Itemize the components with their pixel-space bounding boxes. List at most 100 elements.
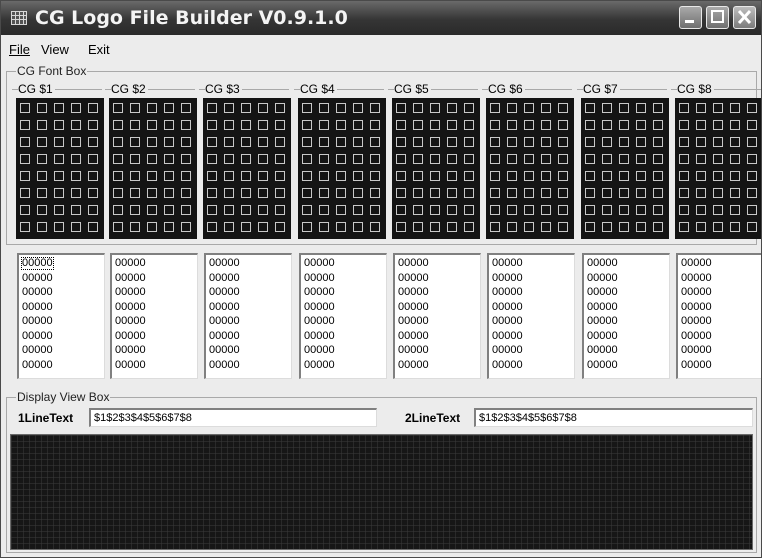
dot-cell[interactable] bbox=[54, 222, 64, 232]
dot-cell[interactable] bbox=[696, 103, 706, 113]
dot-cell[interactable] bbox=[636, 154, 646, 164]
dot-cell[interactable] bbox=[258, 103, 268, 113]
dot-cell[interactable] bbox=[147, 188, 157, 198]
dot-cell[interactable] bbox=[696, 120, 706, 130]
dot-cell[interactable] bbox=[713, 222, 723, 232]
dot-cell[interactable] bbox=[464, 137, 474, 147]
dot-cell[interactable] bbox=[302, 188, 312, 198]
dot-cell[interactable] bbox=[37, 103, 47, 113]
dot-cell[interactable] bbox=[430, 188, 440, 198]
dot-cell[interactable] bbox=[396, 103, 406, 113]
dot-cell[interactable] bbox=[71, 222, 81, 232]
dot-cell[interactable] bbox=[636, 103, 646, 113]
dot-cell[interactable] bbox=[130, 188, 140, 198]
dot-cell[interactable] bbox=[353, 222, 363, 232]
minimize-button[interactable] bbox=[679, 6, 702, 29]
dot-cell[interactable] bbox=[430, 154, 440, 164]
cg-hex-textbox-8[interactable]: 00000 00000 00000 00000 00000 00000 00000 00000 bbox=[676, 253, 761, 379]
dot-cell[interactable] bbox=[181, 222, 191, 232]
dot-cell[interactable] bbox=[447, 103, 457, 113]
dot-cell[interactable] bbox=[430, 103, 440, 113]
dot-cell[interactable] bbox=[464, 205, 474, 215]
dot-cell[interactable] bbox=[224, 188, 234, 198]
dot-cell[interactable] bbox=[319, 171, 329, 181]
line2-text-input[interactable]: $1$2$3$4$5$6$7$8 bbox=[474, 408, 753, 427]
dot-cell[interactable] bbox=[619, 171, 629, 181]
dot-cell[interactable] bbox=[147, 222, 157, 232]
dot-cell[interactable] bbox=[585, 154, 595, 164]
cg-hex-textbox-6[interactable]: 00000 00000 00000 00000 00000 00000 00000 00000 bbox=[487, 253, 575, 379]
dot-cell[interactable] bbox=[164, 188, 174, 198]
dot-cell[interactable] bbox=[430, 137, 440, 147]
dot-cell[interactable] bbox=[413, 120, 423, 130]
dot-cell[interactable] bbox=[541, 205, 551, 215]
cg-hex-textbox-4[interactable]: 00000 00000 00000 00000 00000 00000 00000 00000 bbox=[299, 253, 387, 379]
dot-cell[interactable] bbox=[585, 222, 595, 232]
dot-cell[interactable] bbox=[113, 222, 123, 232]
dot-cell[interactable] bbox=[258, 154, 268, 164]
dot-cell[interactable] bbox=[747, 188, 757, 198]
dot-cell[interactable] bbox=[696, 137, 706, 147]
dot-cell[interactable] bbox=[353, 171, 363, 181]
dot-cell[interactable] bbox=[507, 154, 517, 164]
dot-cell[interactable] bbox=[164, 137, 174, 147]
dot-cell[interactable] bbox=[241, 137, 251, 147]
dot-cell[interactable] bbox=[602, 154, 612, 164]
dot-cell[interactable] bbox=[730, 222, 740, 232]
dot-cell[interactable] bbox=[54, 120, 64, 130]
dot-cell[interactable] bbox=[558, 222, 568, 232]
dot-cell[interactable] bbox=[370, 188, 380, 198]
menu-file[interactable]: File bbox=[9, 42, 30, 57]
dot-cell[interactable] bbox=[558, 137, 568, 147]
dot-cell[interactable] bbox=[302, 120, 312, 130]
dot-cell[interactable] bbox=[396, 120, 406, 130]
dot-cell[interactable] bbox=[747, 154, 757, 164]
dot-cell[interactable] bbox=[541, 171, 551, 181]
dot-cell[interactable] bbox=[336, 137, 346, 147]
dot-cell[interactable] bbox=[224, 205, 234, 215]
dot-cell[interactable] bbox=[396, 188, 406, 198]
dot-cell[interactable] bbox=[88, 154, 98, 164]
dot-cell[interactable] bbox=[541, 222, 551, 232]
dot-cell[interactable] bbox=[653, 154, 663, 164]
dot-cell[interactable] bbox=[413, 137, 423, 147]
dot-cell[interactable] bbox=[37, 205, 47, 215]
dot-cell[interactable] bbox=[447, 222, 457, 232]
dot-cell[interactable] bbox=[20, 171, 30, 181]
dot-cell[interactable] bbox=[113, 205, 123, 215]
dot-cell[interactable] bbox=[164, 103, 174, 113]
dot-cell[interactable] bbox=[147, 171, 157, 181]
dot-cell[interactable] bbox=[679, 120, 689, 130]
dot-cell[interactable] bbox=[558, 120, 568, 130]
dot-cell[interactable] bbox=[207, 205, 217, 215]
dot-cell[interactable] bbox=[507, 171, 517, 181]
dot-cell[interactable] bbox=[524, 154, 534, 164]
dot-cell[interactable] bbox=[258, 120, 268, 130]
dot-cell[interactable] bbox=[602, 188, 612, 198]
dot-cell[interactable] bbox=[524, 205, 534, 215]
dot-cell[interactable] bbox=[490, 205, 500, 215]
dot-cell[interactable] bbox=[20, 120, 30, 130]
dot-cell[interactable] bbox=[353, 120, 363, 130]
dot-cell[interactable] bbox=[88, 120, 98, 130]
dot-cell[interactable] bbox=[696, 154, 706, 164]
dot-cell[interactable] bbox=[336, 103, 346, 113]
dot-cell[interactable] bbox=[275, 188, 285, 198]
dot-cell[interactable] bbox=[147, 103, 157, 113]
dot-cell[interactable] bbox=[602, 137, 612, 147]
dot-cell[interactable] bbox=[541, 188, 551, 198]
dot-cell[interactable] bbox=[679, 188, 689, 198]
menu-exit[interactable]: Exit bbox=[88, 42, 110, 57]
dot-cell[interactable] bbox=[396, 154, 406, 164]
dot-cell[interactable] bbox=[679, 171, 689, 181]
dot-cell[interactable] bbox=[713, 137, 723, 147]
dot-cell[interactable] bbox=[241, 205, 251, 215]
dot-cell[interactable] bbox=[37, 188, 47, 198]
dot-cell[interactable] bbox=[619, 137, 629, 147]
dot-cell[interactable] bbox=[207, 188, 217, 198]
dot-cell[interactable] bbox=[275, 154, 285, 164]
dot-cell[interactable] bbox=[541, 103, 551, 113]
dot-cell[interactable] bbox=[507, 188, 517, 198]
dot-cell[interactable] bbox=[54, 205, 64, 215]
dot-cell[interactable] bbox=[370, 103, 380, 113]
